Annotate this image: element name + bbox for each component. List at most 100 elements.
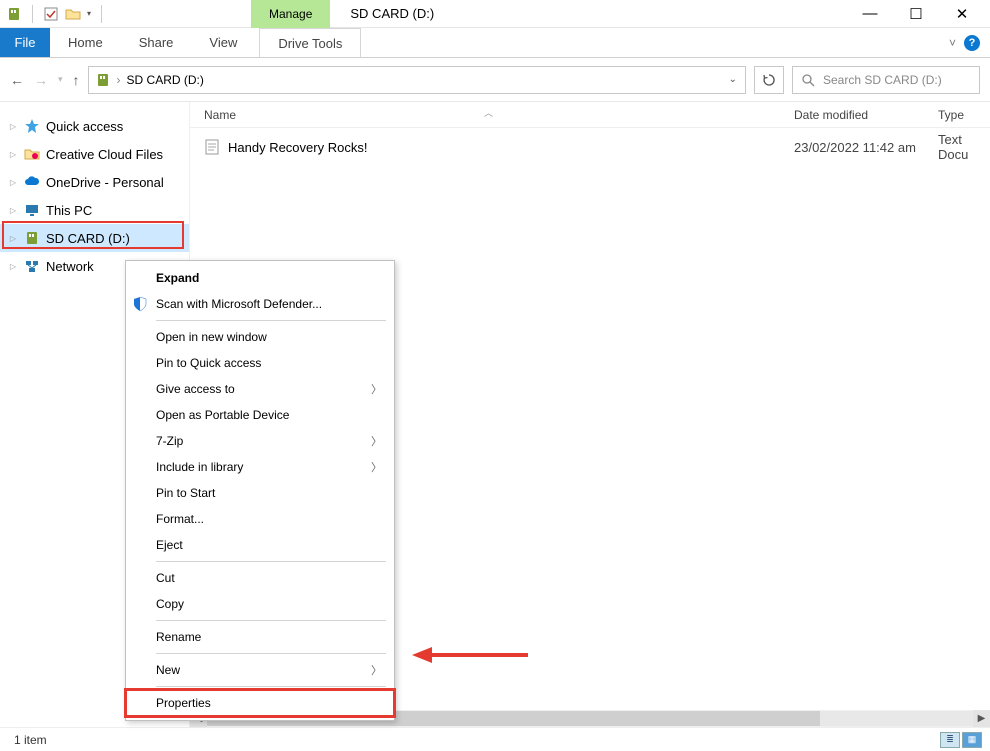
- up-button[interactable]: ↑: [73, 72, 80, 88]
- tree-item-label: Quick access: [46, 119, 123, 134]
- refresh-button[interactable]: [754, 66, 784, 94]
- monitor-icon: [24, 202, 40, 218]
- search-box[interactable]: [792, 66, 980, 94]
- tree-item-sd-card-d-[interactable]: ▷SD CARD (D:): [0, 224, 189, 252]
- back-button[interactable]: ←: [10, 72, 24, 88]
- context-menu-label: Include in library: [156, 460, 243, 474]
- context-menu-item-pin-to-start[interactable]: Pin to Start: [126, 480, 394, 506]
- context-menu-label: Open in new window: [156, 330, 267, 344]
- sd-icon: [24, 230, 40, 246]
- context-menu-separator: [156, 620, 386, 621]
- context-menu-separator: [156, 686, 386, 687]
- file-row[interactable]: Handy Recovery Rocks! 23/02/2022 11:42 a…: [204, 136, 990, 158]
- shield-icon: [132, 296, 148, 312]
- file-name: Handy Recovery Rocks!: [228, 140, 367, 155]
- chevron-right-icon: 〉: [371, 433, 382, 449]
- tab-view[interactable]: View: [191, 28, 255, 57]
- tree-item-onedrive-personal[interactable]: ▷OneDrive - Personal: [0, 168, 189, 196]
- title-bar: ▾ Manage SD CARD (D:) — ☐ ✕: [0, 0, 990, 28]
- context-menu-item-format-[interactable]: Format...: [126, 506, 394, 532]
- view-details-icon[interactable]: ≣: [940, 732, 960, 748]
- help-icon[interactable]: ?: [964, 35, 980, 51]
- context-menu-item-pin-to-quick-access[interactable]: Pin to Quick access: [126, 350, 394, 376]
- context-menu-label: Format...: [156, 512, 204, 526]
- star-icon: [24, 118, 40, 134]
- context-menu-item-open-in-new-window[interactable]: Open in new window: [126, 324, 394, 350]
- context-menu-label: Expand: [156, 271, 199, 285]
- scroll-right-icon[interactable]: ▶: [973, 710, 990, 727]
- context-menu-item-copy[interactable]: Copy: [126, 591, 394, 617]
- context-menu-item-rename[interactable]: Rename: [126, 624, 394, 650]
- chevron-right-icon: 〉: [371, 381, 382, 397]
- file-type: Text Docu: [938, 132, 990, 162]
- tree-item-creative-cloud-files[interactable]: ▷ Creative Cloud Files: [0, 140, 189, 168]
- tree-item-this-pc[interactable]: ▷This PC: [0, 196, 189, 224]
- address-dropdown-icon[interactable]: ⌄: [721, 74, 745, 85]
- maximize-button[interactable]: ☐: [906, 4, 926, 24]
- context-menu-item-properties[interactable]: Properties: [126, 690, 394, 716]
- col-header-type[interactable]: Type: [938, 108, 964, 122]
- navigation-bar: ← → ▾ ↑ › SD CARD (D:) ⌄: [0, 58, 990, 102]
- context-menu-item-give-access-to[interactable]: Give access to 〉: [126, 376, 394, 402]
- tab-home[interactable]: Home: [50, 28, 121, 57]
- col-header-name[interactable]: Name: [204, 108, 236, 122]
- context-menu-item-7-zip[interactable]: 7-Zip 〉: [126, 428, 394, 454]
- context-menu-item-cut[interactable]: Cut: [126, 565, 394, 591]
- column-headers: Name ︿ Date modified Type: [190, 102, 990, 128]
- context-menu-label: Open as Portable Device: [156, 408, 289, 422]
- chevron-right-icon[interactable]: ▷: [8, 122, 18, 131]
- qat-dropdown-icon[interactable]: ▾: [87, 9, 91, 18]
- quick-access-toolbar: ▾: [0, 5, 106, 23]
- qat-folder-icon[interactable]: [65, 6, 81, 22]
- context-menu-label: Pin to Quick access: [156, 356, 261, 370]
- context-menu-item-eject[interactable]: Eject: [126, 532, 394, 558]
- status-bar: 1 item ≣ ▦: [0, 727, 990, 751]
- context-menu-label: Eject: [156, 538, 183, 552]
- chevron-right-icon[interactable]: ▷: [8, 178, 18, 187]
- tree-item-quick-access[interactable]: ▷ Quick access: [0, 112, 189, 140]
- context-menu-item-expand[interactable]: Expand: [126, 265, 394, 291]
- sd-card-icon: [95, 72, 111, 88]
- chevron-right-icon: 〉: [371, 459, 382, 475]
- tree-item-label: Creative Cloud Files: [46, 147, 163, 162]
- context-menu-item-include-in-library[interactable]: Include in library 〉: [126, 454, 394, 480]
- manage-context-tab[interactable]: Manage: [251, 0, 330, 28]
- network-icon: [24, 258, 40, 274]
- forward-button[interactable]: →: [34, 72, 48, 88]
- file-date: 23/02/2022 11:42 am: [794, 140, 916, 155]
- context-menu-item-scan-with-microsoft-defender-[interactable]: Scan with Microsoft Defender...: [126, 291, 394, 317]
- minimize-button[interactable]: —: [860, 4, 880, 24]
- search-input[interactable]: [821, 72, 971, 88]
- chevron-right-icon[interactable]: ▷: [8, 234, 18, 243]
- address-bar[interactable]: › SD CARD (D:) ⌄: [88, 66, 746, 94]
- context-menu-separator: [156, 653, 386, 654]
- chevron-right-icon[interactable]: ▷: [8, 262, 18, 271]
- qat-checkbox-icon[interactable]: [43, 6, 59, 22]
- close-button[interactable]: ✕: [952, 4, 972, 24]
- breadcrumb-current[interactable]: SD CARD (D:): [127, 73, 204, 87]
- context-menu-item-open-as-portable-device[interactable]: Open as Portable Device: [126, 402, 394, 428]
- cloud-icon: [24, 174, 40, 190]
- view-icons-icon[interactable]: ▦: [962, 732, 982, 748]
- context-menu-separator: [156, 320, 386, 321]
- recent-locations-icon[interactable]: ▾: [58, 74, 63, 85]
- context-menu-label: Properties: [156, 696, 211, 710]
- file-tab[interactable]: File: [0, 28, 50, 57]
- context-menu-label: 7-Zip: [156, 434, 183, 448]
- chevron-right-icon[interactable]: ▷: [8, 206, 18, 215]
- ribbon-expand-caret-icon[interactable]: ˅: [949, 36, 956, 50]
- context-menu-label: Cut: [156, 571, 175, 585]
- text-file-icon: [204, 139, 220, 155]
- context-menu: Expand Scan with Microsoft Defender... Ope…: [125, 260, 395, 721]
- context-menu-label: Scan with Microsoft Defender...: [156, 297, 322, 311]
- collapse-caret-icon[interactable]: ︿: [484, 106, 493, 119]
- context-menu-label: Copy: [156, 597, 184, 611]
- tab-drive-tools[interactable]: Drive Tools: [259, 28, 361, 57]
- context-menu-item-new[interactable]: New〉: [126, 657, 394, 683]
- context-menu-label: Give access to: [156, 382, 235, 396]
- col-header-date[interactable]: Date modified: [794, 108, 868, 122]
- chevron-right-icon[interactable]: ▷: [8, 150, 18, 159]
- context-menu-separator: [156, 561, 386, 562]
- ribbon-tabs: File Home Share View Drive Tools ˅ ?: [0, 28, 990, 58]
- tab-share[interactable]: Share: [121, 28, 192, 57]
